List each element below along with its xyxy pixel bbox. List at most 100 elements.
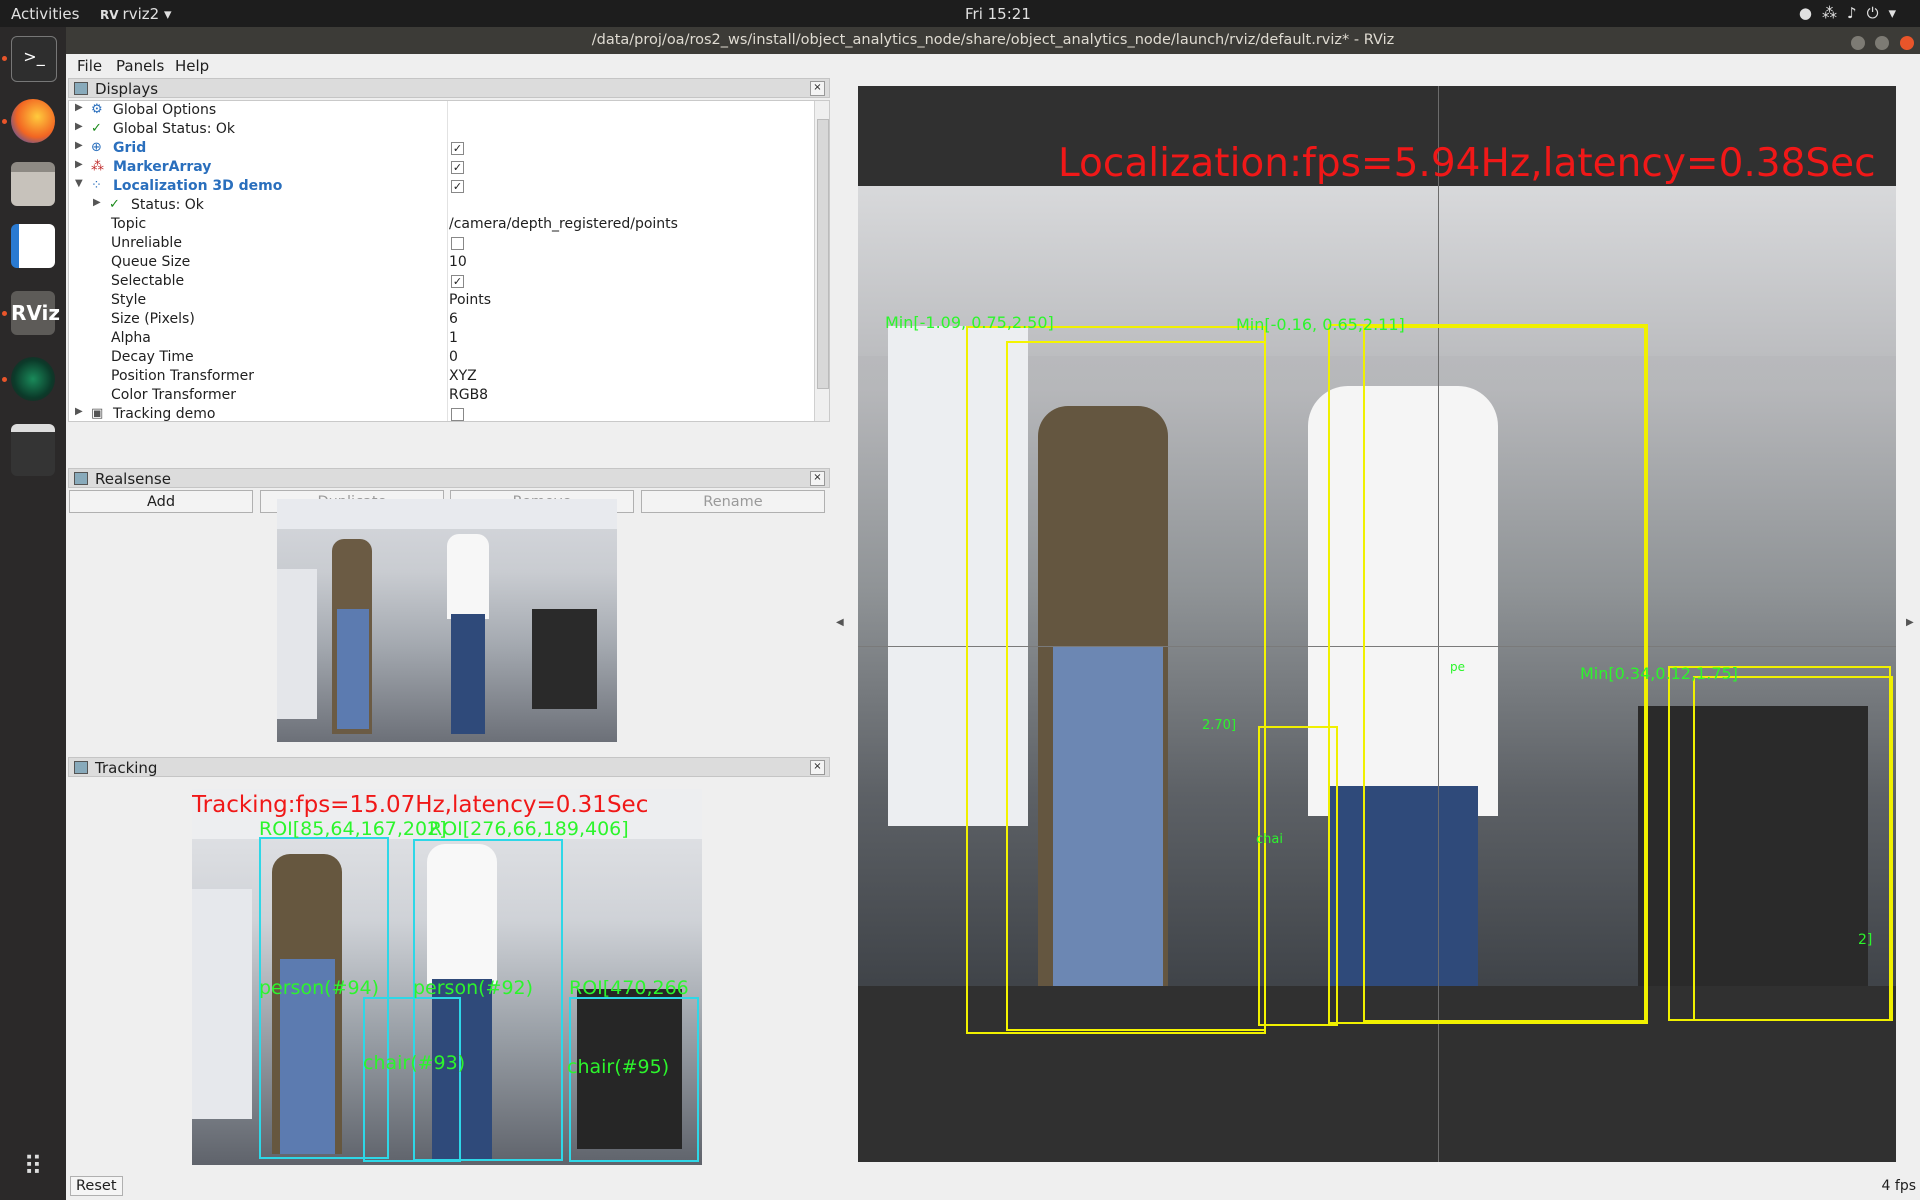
row-label: Selectable [111, 273, 185, 289]
chevron-down-icon[interactable]: ▾ [1888, 4, 1906, 22]
close-panel-button[interactable]: × [810, 81, 825, 96]
tree-row-decay-time[interactable]: Decay Time 0 [69, 348, 814, 367]
rviz-icon[interactable]: RViz [11, 291, 60, 335]
check-icon: ✓ [91, 121, 102, 136]
rename-button[interactable]: Rename [641, 490, 825, 513]
add-button[interactable]: Add [69, 490, 253, 513]
expand-arrow-icon[interactable]: ▶ [75, 121, 83, 132]
realsense-panel-header: Realsense × [68, 468, 830, 488]
expand-arrow-icon[interactable]: ▶ [75, 140, 83, 151]
show-apps-icon[interactable]: ⠿ [11, 1145, 55, 1189]
collapse-right-icon[interactable]: ▶ [1906, 617, 1914, 628]
close-panel-button[interactable]: × [810, 760, 825, 775]
row-label: Tracking demo [113, 406, 216, 422]
tree-row-status[interactable]: ▶ ✓ Status: Ok [69, 196, 814, 215]
selectable-checkbox[interactable]: ✓ [451, 275, 464, 288]
tree-row-size[interactable]: Size (Pixels) 6 [69, 310, 814, 329]
row-label: Grid [113, 140, 147, 156]
power-icon[interactable]: ⏻ [1867, 4, 1889, 22]
localization-checkbox[interactable]: ✓ [451, 180, 464, 193]
maximize-button[interactable] [1875, 36, 1890, 50]
tree-row-style[interactable]: Style Points [69, 291, 814, 310]
unreliable-checkbox[interactable] [451, 237, 464, 250]
network-icon[interactable]: ⁂ [1822, 4, 1847, 22]
row-value[interactable]: XYZ [449, 368, 477, 384]
tree-row-markerarray[interactable]: ▶ ⁂ MarkerArray ✓ [69, 158, 814, 177]
bounding-box [1006, 341, 1266, 1031]
tree-row-unreliable[interactable]: Unreliable [69, 234, 814, 253]
running-indicator [2, 377, 7, 382]
row-value[interactable]: 10 [449, 254, 467, 270]
video-editor-icon[interactable] [11, 424, 55, 476]
tree-row-position-transformer[interactable]: Position Transformer XYZ [69, 367, 814, 386]
coord-label: 2.70] [1202, 718, 1237, 733]
expand-arrow-icon[interactable]: ▶ [93, 197, 101, 208]
roi-label: ROI[85,64,167,202] [259, 818, 447, 840]
scrollbar-thumb[interactable] [817, 119, 829, 389]
tracking-demo-checkbox[interactable] [451, 408, 464, 421]
tree-row-selectable[interactable]: Selectable ✓ [69, 272, 814, 291]
clock[interactable]: Fri 15:21 [965, 5, 1031, 23]
rviz-window: File Panels Help Displays × ▶ ⚙ Global Opt… [66, 54, 1920, 1200]
row-value[interactable]: 1 [449, 330, 458, 346]
gnome-top-bar: Activities RV rviz2 ▾ Fri 15:21 ●⁂♪⏻▾ [0, 0, 1920, 27]
marker-icon: ⁂ [91, 159, 104, 174]
activities-button[interactable]: Activities [11, 5, 79, 23]
writer-icon[interactable] [11, 224, 55, 268]
row-value[interactable]: /camera/depth_registered/points [449, 216, 678, 232]
expand-arrow-icon[interactable]: ▶ [75, 159, 83, 170]
row-label: MarkerArray [113, 159, 212, 175]
fps-readout: 4 fps [1881, 1178, 1916, 1194]
bounding-box [1258, 726, 1338, 1026]
collapse-left-icon[interactable]: ◀ [836, 617, 844, 628]
system-tray[interactable]: ●⁂♪⏻▾ [1799, 4, 1906, 22]
chrome-icon[interactable]: ● [1799, 4, 1822, 22]
row-label: Decay Time [111, 349, 194, 365]
tree-row-global-options[interactable]: ▶ ⚙ Global Options [69, 101, 814, 120]
markerarray-checkbox[interactable]: ✓ [451, 161, 464, 174]
menu-help[interactable]: Help [175, 57, 209, 75]
grid-checkbox[interactable]: ✓ [451, 142, 464, 155]
tree-row-grid[interactable]: ▶ ⊕ Grid ✓ [69, 139, 814, 158]
tree-row-topic[interactable]: Topic/camera/depth_registered/points [69, 215, 814, 234]
displays-scrollbar[interactable] [814, 101, 829, 421]
row-value[interactable]: 0 [449, 349, 458, 365]
camera-app-icon[interactable] [11, 357, 55, 401]
close-window-button[interactable] [1900, 36, 1914, 50]
running-indicator [2, 56, 7, 61]
expand-arrow-icon[interactable]: ▶ [75, 406, 83, 417]
minimize-button[interactable] [1850, 36, 1865, 50]
roi-box [569, 997, 699, 1162]
menu-panels[interactable]: Panels [116, 57, 164, 75]
volume-icon[interactable]: ♪ [1847, 4, 1867, 22]
close-panel-button[interactable]: × [810, 471, 825, 486]
menu-file[interactable]: File [77, 57, 102, 75]
tree-row-alpha[interactable]: Alpha 1 [69, 329, 814, 348]
tree-row-tracking-demo[interactable]: ▶ ▣ Tracking demo [69, 405, 814, 422]
firefox-icon[interactable] [11, 99, 55, 143]
tree-row-color-transformer[interactable]: Color Transformer RGB8 [69, 386, 814, 405]
terminal-icon[interactable]: >_ [11, 36, 57, 82]
row-label: Unreliable [111, 235, 182, 251]
status-bar: Reset 4 fps [66, 1170, 1920, 1200]
bounding-box [1693, 676, 1893, 1021]
tree-row-global-status[interactable]: ▶ ✓ Global Status: Ok [69, 120, 814, 139]
tree-row-localization[interactable]: ▼ ⁘ Localization 3D demo ✓ [69, 177, 814, 196]
files-icon[interactable] [11, 162, 55, 206]
expand-arrow-icon[interactable]: ▶ [75, 102, 83, 113]
localization-overlay-text: Localization:fps=5.94Hz,latency=0.38Sec [1058, 141, 1876, 186]
roi-label: ROI[276,66,189,406] [429, 818, 629, 840]
displays-tree: ▶ ⚙ Global Options ▶ ✓ Global Status: Ok ▶ ⊕ G… [68, 100, 830, 422]
tree-row-queue-size[interactable]: Queue Size 10 [69, 253, 814, 272]
row-value[interactable]: Points [449, 292, 491, 308]
window-title: /data/proj/oa/ros2_ws/install/object_ana… [591, 32, 1395, 48]
reset-button[interactable]: Reset [70, 1176, 123, 1196]
row-value[interactable]: RGB8 [449, 387, 488, 403]
app-menu[interactable]: RV rviz2 ▾ [100, 5, 171, 23]
collapse-arrow-icon[interactable]: ▼ [75, 178, 83, 189]
gear-icon: ⚙ [91, 102, 103, 117]
3d-viewport[interactable]: Localization:fps=5.94Hz,latency=0.38Sec … [858, 86, 1896, 1162]
displays-title: Displays [95, 80, 159, 98]
row-label: Position Transformer [111, 368, 254, 384]
row-value[interactable]: 6 [449, 311, 458, 327]
